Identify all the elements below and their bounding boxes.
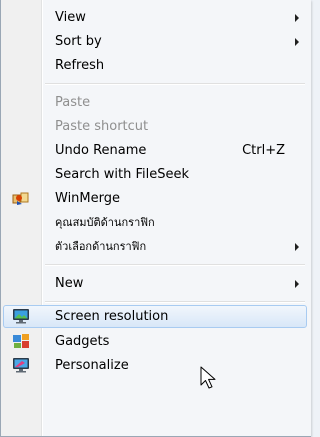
menu-item-label: Paste xyxy=(55,95,91,110)
menu-item-refresh[interactable]: Refresh xyxy=(3,54,307,77)
menu-separator xyxy=(45,264,305,266)
menu-item-label: Search with FileSeek xyxy=(55,167,190,182)
menu-item-label: View xyxy=(55,10,86,25)
menu-item-graphics-options[interactable]: ตัวเลือกด้านกราฟิก xyxy=(3,235,307,258)
menu-item-label: WinMerge xyxy=(55,191,120,206)
menu-separator xyxy=(45,301,305,303)
menu-item-view[interactable]: View xyxy=(3,6,307,29)
menu-separator xyxy=(45,83,305,85)
menu-item-winmerge[interactable]: WinMerge xyxy=(3,187,307,210)
menu-item-label: Screen resolution xyxy=(55,309,169,324)
menu-item-label: คุณสมบัติด้านกราฟิก xyxy=(55,216,155,229)
menu-item-label: Paste shortcut xyxy=(55,119,149,134)
menu-item-graphics-properties[interactable]: คุณสมบัติด้านกราฟิก xyxy=(3,211,307,234)
menu-item-screen-resolution[interactable]: Screen resolution xyxy=(3,305,307,328)
menu-item-label: Gadgets xyxy=(55,334,110,349)
gadgets-icon xyxy=(13,334,29,348)
menu-item-search-with-fileseek[interactable]: Search with FileSeek xyxy=(3,163,307,186)
submenu-arrow-icon xyxy=(295,14,299,22)
menu-item-personalize[interactable]: Personalize xyxy=(3,354,307,377)
menu-item-new[interactable]: New xyxy=(3,272,307,295)
menu-item-label: Sort by xyxy=(55,34,102,49)
menu-item-label: Refresh xyxy=(55,58,105,73)
menu-item-gadgets[interactable]: Gadgets xyxy=(3,330,307,353)
submenu-arrow-icon xyxy=(295,243,299,251)
shortcut-label: Ctrl+Z xyxy=(242,143,285,158)
menu-item-sort-by[interactable]: Sort by xyxy=(3,30,307,53)
menu-item-undo-rename[interactable]: Undo Rename Ctrl+Z xyxy=(3,139,307,162)
screen-resolution-icon xyxy=(13,309,29,324)
desktop-context-menu: View Sort by Refresh Paste Paste shortcu… xyxy=(0,0,311,437)
menu-item-label: Undo Rename xyxy=(55,143,147,158)
menu-item-paste-shortcut[interactable]: Paste shortcut xyxy=(3,115,307,138)
submenu-arrow-icon xyxy=(295,280,299,288)
submenu-arrow-icon xyxy=(295,38,299,46)
mouse-pointer-icon xyxy=(200,366,216,389)
personalize-icon xyxy=(13,358,29,373)
winmerge-icon xyxy=(12,192,29,205)
menu-item-paste[interactable]: Paste xyxy=(3,91,307,114)
menu-item-label: New xyxy=(55,276,84,291)
menu-item-label: ตัวเลือกด้านกราฟิก xyxy=(55,240,147,253)
menu-item-label: Personalize xyxy=(55,358,129,373)
